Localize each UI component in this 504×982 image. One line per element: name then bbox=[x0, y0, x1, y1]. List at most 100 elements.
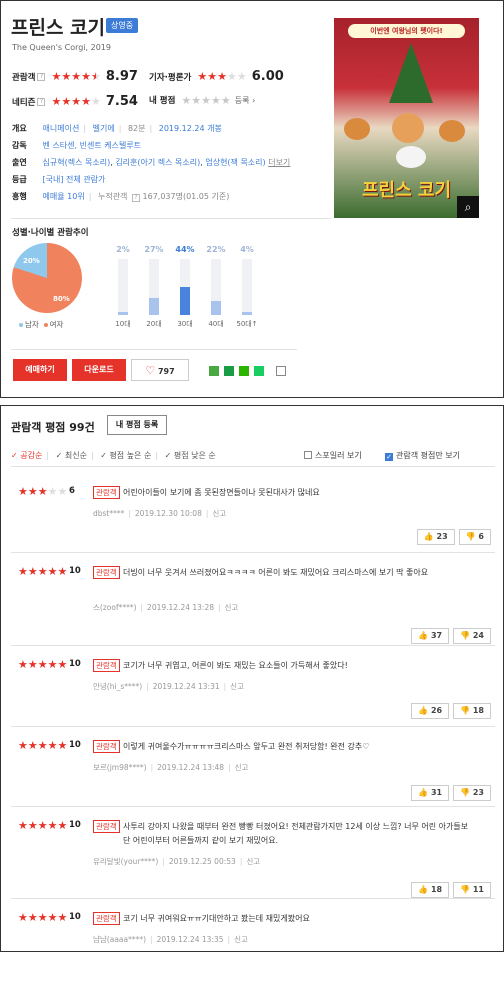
audience-tag: 관람객 bbox=[93, 820, 120, 833]
movie-title[interactable]: 프린스 코기 bbox=[11, 13, 105, 40]
my-rating-label: 내 평점 bbox=[149, 96, 176, 106]
help-icon[interactable]: ? bbox=[37, 72, 46, 81]
reviews-count: 99건 bbox=[69, 421, 95, 434]
review-score: 10 bbox=[69, 659, 81, 669]
checkbox-checked-icon: ✓ bbox=[385, 453, 393, 461]
sympathy-button[interactable]: 👍 37 bbox=[411, 628, 450, 644]
age-pct-label: 22% bbox=[206, 245, 226, 254]
divider bbox=[11, 645, 495, 646]
help-icon[interactable]: ? bbox=[37, 97, 46, 106]
review-user[interactable]: 보르(jm98****) bbox=[93, 763, 147, 772]
white-dog-graphic bbox=[396, 146, 426, 168]
my-rating-register-link[interactable]: 등록 › bbox=[235, 95, 255, 106]
review-meta: 보르(jm98****) | 2019.12.24 13:48 | 신고 bbox=[93, 763, 249, 772]
report-link[interactable]: 신고 bbox=[225, 603, 239, 612]
thumbs-down-icon: 👎 bbox=[460, 706, 471, 715]
genre-link[interactable]: 애니메이션 bbox=[43, 124, 80, 133]
help-icon[interactable]: ? bbox=[131, 194, 140, 202]
share-naver-icon[interactable] bbox=[254, 366, 264, 376]
sort-sympathy[interactable]: ✓ 공감순 bbox=[11, 451, 42, 460]
movie-poster[interactable]: 이번엔 여왕님의 펫이다! 프린스 코기 ⌕ bbox=[334, 18, 479, 218]
netizen-score: 7.54 bbox=[105, 94, 138, 109]
share-band-icon[interactable] bbox=[224, 366, 234, 376]
cast-link[interactable]: 엄상현(잭 목소리) bbox=[205, 158, 265, 167]
netizen-stars: ★ ★ ★ ★ ★ bbox=[51, 95, 101, 108]
thumbs-up-icon: 👍 bbox=[418, 706, 429, 715]
audience-tag: 관람객 bbox=[93, 912, 120, 925]
antipathy-button[interactable]: 👎 18 bbox=[453, 703, 491, 719]
age-bar-fill bbox=[180, 287, 190, 315]
age-bar-fill bbox=[149, 298, 159, 315]
review-user[interactable]: 냠냠(aaaa****) bbox=[93, 935, 146, 944]
sympathy-button[interactable]: 👍 23 bbox=[416, 529, 455, 545]
thumbs-down-icon: 👎 bbox=[460, 885, 471, 894]
report-link[interactable]: 신고 bbox=[246, 857, 260, 866]
audience-stars: ★ ★ ★ ★ ★ bbox=[51, 70, 101, 83]
antipathy-button[interactable]: 👎 6 bbox=[458, 529, 491, 545]
christmas-tree-graphic bbox=[389, 43, 433, 103]
demographics-title: 성별·나이별 관람추이 bbox=[12, 228, 89, 238]
antipathy-button[interactable]: 👎 24 bbox=[453, 628, 491, 644]
download-button[interactable]: 다운로드 bbox=[72, 359, 126, 381]
review-user[interactable]: dbst**** bbox=[93, 509, 124, 518]
corgi-graphic bbox=[439, 120, 465, 142]
rating-row: 등급 [국내] 전체 관람가 bbox=[12, 174, 105, 185]
sympathy-button[interactable]: 👍 18 bbox=[411, 882, 450, 898]
sort-low[interactable]: ✓ 평점 낮은 순 bbox=[165, 451, 216, 460]
age-bar bbox=[149, 259, 159, 315]
review-date: 2019.12.24 13:48 bbox=[157, 763, 225, 772]
reserve-button[interactable]: 예매하기 bbox=[13, 359, 67, 381]
cast-link[interactable]: 김리훈(아기 렉스 목소리) bbox=[115, 158, 200, 167]
sympathy-button[interactable]: 👍 26 bbox=[411, 703, 450, 719]
original-title: The Queen's Corgi, 2019 bbox=[12, 43, 111, 52]
search-icon[interactable]: ⌕ bbox=[457, 196, 479, 218]
audience-score: 8.97 bbox=[105, 69, 138, 84]
more-cast-link[interactable]: 더보기 bbox=[268, 158, 290, 167]
reviews-title: 관람객 평점 99건 bbox=[11, 419, 95, 435]
release-date-link[interactable]: 2019.12.24 개봉 bbox=[159, 124, 222, 133]
review-date: 2019.12.24 13:28 bbox=[147, 603, 214, 612]
review-user[interactable]: 스(zoof****) bbox=[93, 603, 137, 612]
critic-rating-row: 기자·평론가 ★ ★ ★ ★ ★ 6.00 bbox=[149, 69, 284, 84]
share-kakaostory-icon[interactable] bbox=[209, 366, 219, 376]
audience-tag: 관람객 bbox=[93, 740, 120, 753]
report-link[interactable]: 신고 bbox=[230, 682, 244, 691]
age-bar-fill bbox=[211, 301, 221, 315]
report-link[interactable]: 신고 bbox=[212, 509, 226, 518]
reservation-rank-link[interactable]: 예매율 10위 bbox=[43, 192, 85, 201]
my-rating-row: 내 평점 ★ ★ ★ ★ ★ 등록 › bbox=[149, 94, 255, 107]
review-date: 2019.12.30 10:08 bbox=[134, 509, 202, 518]
review-stars: ★ ★ ★ ★ ★ bbox=[18, 485, 68, 498]
sort-high[interactable]: ✓ 평점 높은 순 bbox=[100, 451, 151, 460]
spoiler-checkbox[interactable]: 스포일러 보기 bbox=[304, 450, 362, 461]
director-link[interactable]: 벤 스타센, 빈센트 케스텔루트 bbox=[43, 141, 142, 150]
review-user[interactable]: 유리달빛(your****) bbox=[93, 857, 158, 866]
review-stars: ★ ★ ★ ★ ★ bbox=[18, 819, 68, 832]
my-rating-stars[interactable]: ★ ★ ★ ★ ★ bbox=[181, 95, 230, 106]
review-item: ★ ★ ★ ★ ★ 10 관람객 코기가 너무 귀엽고, 어른이 봐도 재밌는 요소들이 가득… bbox=[1, 659, 503, 729]
review-user[interactable]: 안녕(hi_s****) bbox=[93, 682, 142, 691]
gender-legend: 남자 여자 bbox=[19, 319, 63, 330]
review-item: ★ ★ ★ ★ ★ 6 관람객 어린아이들이 보기에 좀 못된장면들이나 못된대사가 많네요 d… bbox=[1, 486, 503, 556]
audience-only-checkbox[interactable]: ✓ 관람객 평점만 보기 bbox=[385, 450, 460, 461]
cast-link[interactable]: 심규혁(렉스 목소리) bbox=[43, 158, 111, 167]
review-meta: dbst**** | 2019.12.30 10:08 | 신고 bbox=[93, 509, 227, 518]
rating-link[interactable]: [국내] 전체 관람가 bbox=[43, 175, 106, 184]
sympathy-button[interactable]: 👍 31 bbox=[411, 785, 450, 801]
thumbs-up-icon: 👍 bbox=[423, 532, 434, 541]
share-icon[interactable] bbox=[276, 366, 286, 376]
report-link[interactable]: 신고 bbox=[234, 935, 248, 944]
antipathy-button[interactable]: 👎 23 bbox=[453, 785, 491, 801]
age-bar-label: 10대 bbox=[115, 320, 131, 328]
status-badge: 상영중 bbox=[106, 18, 139, 33]
like-button[interactable]: ♡ 797 bbox=[131, 359, 189, 381]
divider bbox=[11, 898, 495, 899]
write-review-button[interactable]: 내 평점 등록 bbox=[107, 415, 167, 435]
report-link[interactable]: 신고 bbox=[235, 763, 249, 772]
antipathy-button[interactable]: 👎 11 bbox=[453, 882, 491, 898]
sort-latest[interactable]: ✓ 최신순 bbox=[56, 451, 87, 460]
heart-icon: ♡ bbox=[145, 364, 156, 377]
vote-buttons: 👍 37 👎 24 bbox=[411, 628, 491, 644]
share-line-icon[interactable] bbox=[239, 366, 249, 376]
country-link[interactable]: 벨기에 bbox=[93, 124, 115, 133]
